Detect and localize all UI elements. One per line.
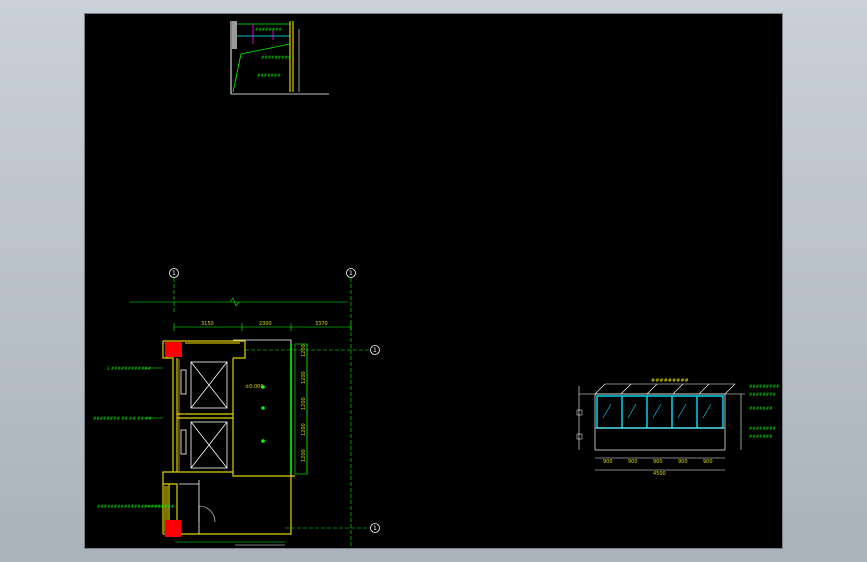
- glass-elevation-drawing: ######### ######### ######## ####### ###…: [576, 378, 780, 477]
- glass-mullions: [621, 396, 698, 428]
- dim-top-1: 3150: [201, 321, 214, 327]
- section-note-2: ########: [749, 392, 776, 397]
- axis-label-top-left: 1: [172, 270, 176, 277]
- dim-right-3: 1200: [301, 397, 307, 410]
- section-dim-4: 900: [678, 459, 688, 465]
- elevation-mark: ±0.000: [245, 384, 264, 390]
- door-swing: [198, 505, 216, 523]
- wall-hatching: [164, 342, 240, 532]
- section-dim-5: 900: [703, 459, 713, 465]
- section-note-3: #######: [749, 406, 773, 411]
- detail-section-drawing: ######## ######### #######: [230, 21, 329, 95]
- counterweight-1: [180, 369, 187, 395]
- elev-roof-2: [620, 383, 632, 395]
- section-dim-1: 900: [603, 459, 613, 465]
- call-button-2: [261, 406, 265, 410]
- dim-top-2: 2300: [259, 321, 272, 327]
- glass-curtain-wall: [596, 395, 724, 429]
- detail-slope-line: [240, 43, 291, 55]
- plan-label-1: 2 ############: [107, 366, 152, 371]
- cad-drawing: ######## ######### ####### 1 1 3150 2300…: [93, 21, 780, 548]
- plan-label-2: ######## ## ## ## ##: [93, 416, 152, 421]
- detail-note-3: #######: [257, 73, 281, 78]
- elevator-shafts: [180, 361, 228, 469]
- dim-top-3: 3370: [315, 321, 328, 327]
- elev-outline: [594, 393, 726, 451]
- elev-ref-mark-2: [576, 433, 583, 440]
- application-frame: ######## ######### ####### 1 1 3150 2300…: [0, 0, 867, 562]
- call-button-3: [261, 439, 265, 443]
- elev-roof-3: [646, 383, 658, 395]
- detail-wall-hatch: [232, 21, 237, 49]
- axis-label-right-lower: 1: [373, 525, 377, 532]
- section-note-5: #######: [749, 434, 773, 439]
- dim-right-4: 1200: [301, 423, 307, 436]
- section-dim-total: 4500: [653, 471, 666, 477]
- axis-label-top-right: 1: [349, 270, 353, 277]
- wall-bottom-shaft: [173, 471, 295, 477]
- dim-right-1: 1200: [301, 344, 307, 357]
- elev-roof-5: [698, 383, 710, 395]
- detail-slope-lower: [232, 53, 242, 93]
- wall-bottom: [163, 514, 292, 535]
- elev-ref-mark-1: [576, 409, 583, 416]
- section-dim-2: 900: [628, 459, 638, 465]
- plan-label-3: #######################: [97, 504, 175, 509]
- lobby-outline: [179, 339, 292, 534]
- dim-right-2: 1200: [301, 371, 307, 384]
- section-dim-3: 900: [653, 459, 663, 465]
- structural-column-upper: [165, 342, 182, 357]
- elev-top-label: #########: [651, 378, 689, 384]
- glass-reflection-marks: [602, 403, 712, 419]
- detail-note-2: #########: [261, 55, 292, 60]
- floor-plan-drawing: 1 1 3150 2300 3370 1 1 1200 1200 1200 12…: [93, 268, 380, 548]
- elev-roof-1: [594, 383, 606, 395]
- axis-label-right-upper: 1: [373, 347, 377, 354]
- section-note-1: #########: [749, 384, 780, 389]
- detail-note-1: ########: [255, 27, 282, 32]
- dim-right-5: 1200: [301, 449, 307, 462]
- cad-drawing-canvas[interactable]: ######## ######### ####### 1 1 3150 2300…: [84, 13, 783, 549]
- elev-roof-4: [672, 383, 684, 395]
- counterweight-2: [180, 429, 187, 455]
- section-note-4: ########: [749, 426, 776, 431]
- structural-column-lower: [165, 520, 181, 537]
- elev-roof-6: [724, 383, 736, 395]
